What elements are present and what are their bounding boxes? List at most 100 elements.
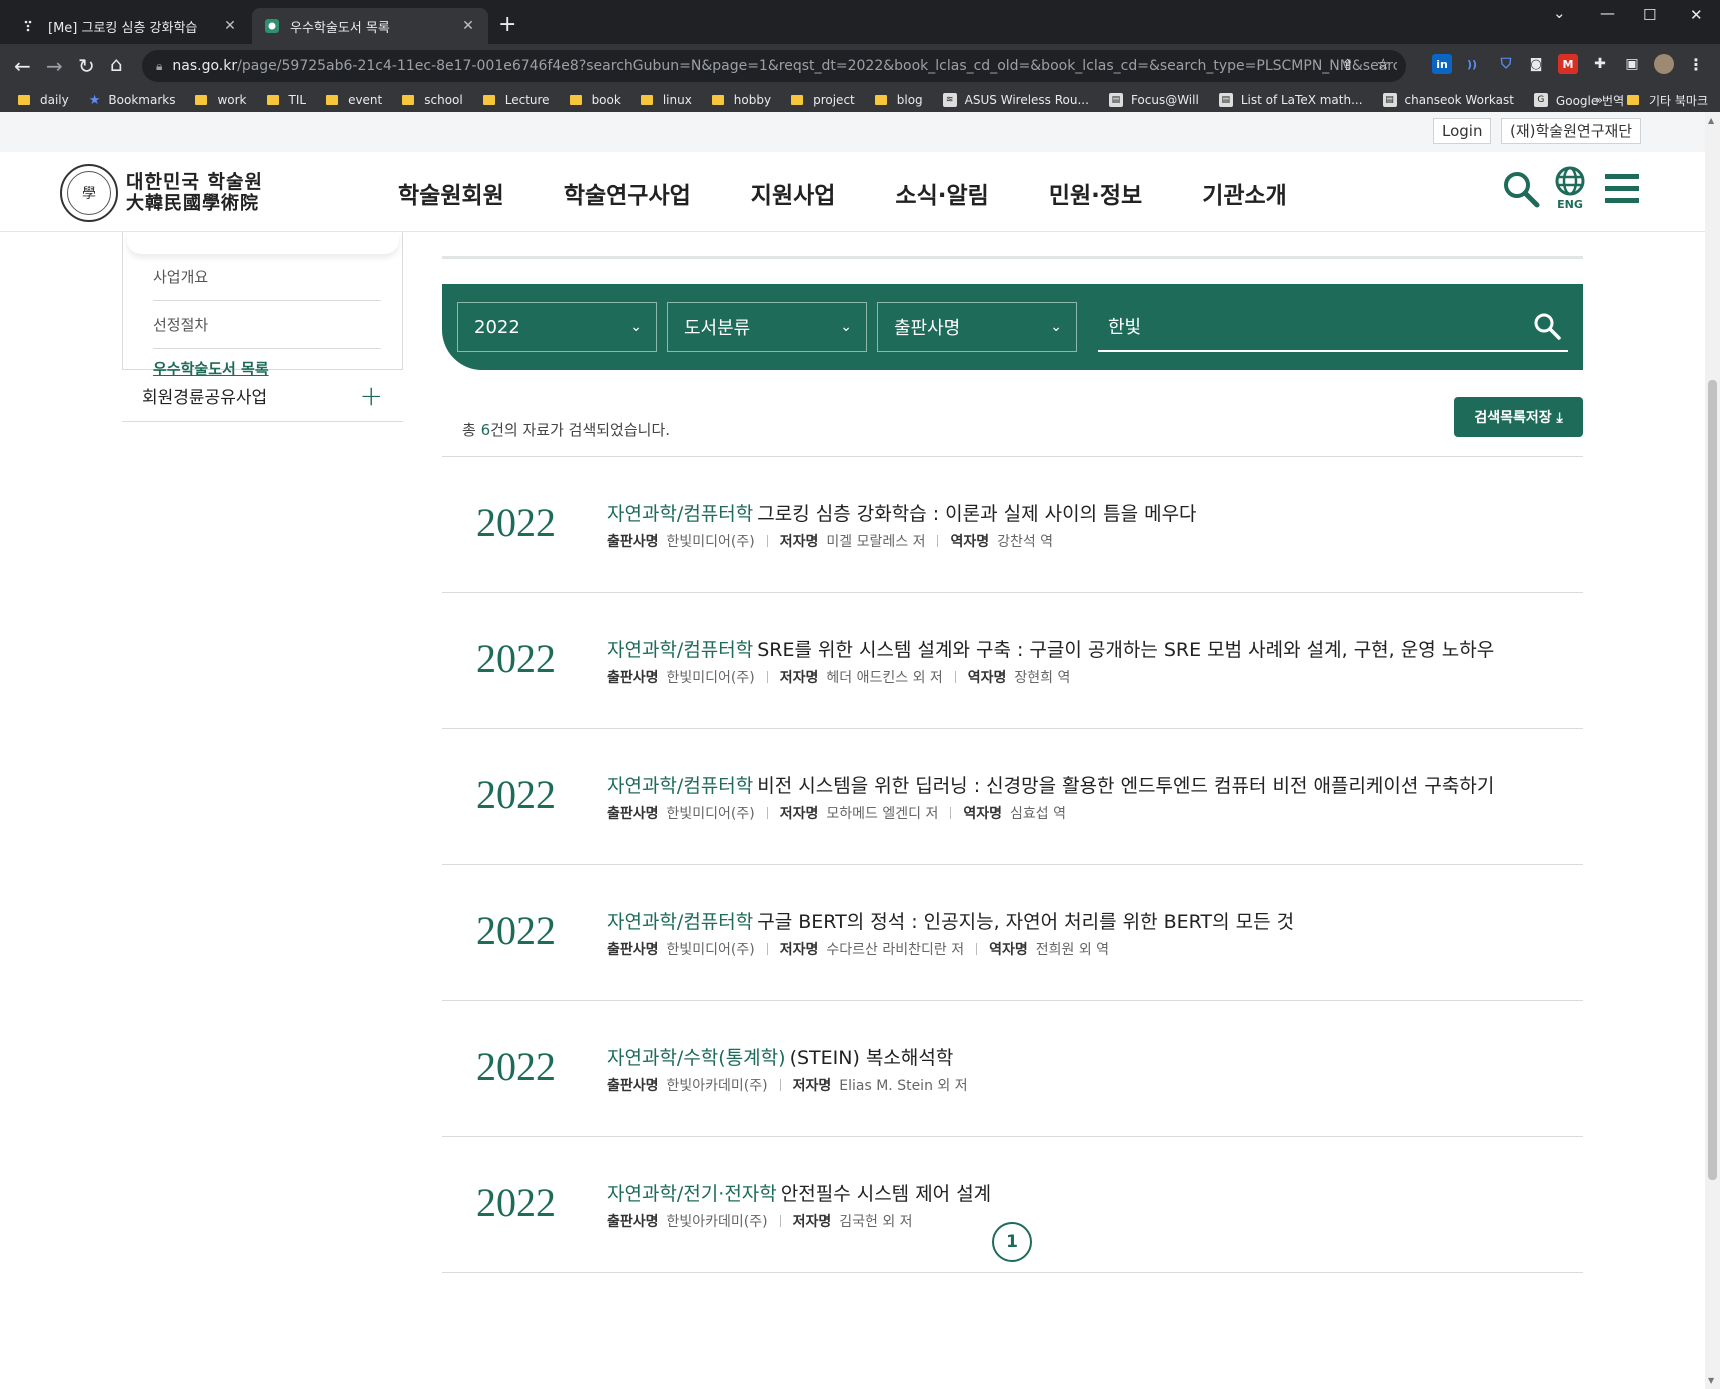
- bookmark-item[interactable]: project: [791, 93, 855, 107]
- search-input[interactable]: 한빛: [1098, 302, 1568, 352]
- foundation-link[interactable]: (재)학술원연구재단: [1501, 118, 1642, 144]
- publisher-value: 한빛미디어(주): [666, 534, 755, 550]
- result-title-line[interactable]: 자연과학/컴퓨터학 그로킹 심층 강화학습 : 이론과 실제 사이의 틈을 메우다: [607, 499, 1197, 526]
- scroll-up-icon[interactable]: ▲: [1708, 116, 1714, 125]
- divider: [766, 943, 768, 955]
- profile-avatar[interactable]: [1654, 54, 1674, 74]
- result-title-line[interactable]: 자연과학/컴퓨터학 비전 시스템을 위한 딥러닝 : 신경망을 활용한 엔드투엔드…: [607, 771, 1494, 798]
- bookmark-label: event: [348, 93, 383, 107]
- result-row[interactable]: 2022 자연과학/수학(통계학) (STEIN) 복소해석학 출판사명 한빛아카데미(…: [442, 1001, 1583, 1137]
- translator-label: 역자명: [967, 670, 1007, 686]
- home-icon[interactable]: ⌂: [110, 52, 123, 76]
- menu-about[interactable]: 기관소개: [1202, 176, 1287, 210]
- author-label: 저자명: [792, 1078, 832, 1094]
- sub-item-procedure[interactable]: 선정절차: [153, 314, 381, 349]
- result-row[interactable]: 2022 자연과학/컴퓨터학 비전 시스템을 위한 딥러닝 : 신경망을 활용한 엔…: [442, 729, 1583, 865]
- result-title-line[interactable]: 자연과학/컴퓨터학 구글 BERT의 정석 : 인공지능, 자연어 처리를 위한 …: [607, 907, 1294, 934]
- result-title-line[interactable]: 자연과학/컴퓨터학 SRE를 위한 시스템 설계와 구축 : 구글이 공개하는 S…: [607, 635, 1494, 662]
- bookmark-item[interactable]: linux: [640, 93, 692, 107]
- save-list-button[interactable]: 검색목록저장 ⤓: [1454, 397, 1583, 437]
- bookmark-star-icon[interactable]: ☆: [1377, 55, 1390, 73]
- result-row[interactable]: 2022 자연과학/컴퓨터학 그로킹 심층 강화학습 : 이론과 실제 사이의 틈을…: [442, 457, 1583, 593]
- bookmark-item[interactable]: daily: [18, 93, 69, 107]
- close-tab-icon[interactable]: ✕: [222, 18, 238, 34]
- category-select[interactable]: 도서분류 ⌄: [667, 302, 867, 352]
- close-window-icon[interactable]: ✕: [1690, 6, 1703, 24]
- sidebar-icon[interactable]: ▣: [1622, 54, 1642, 74]
- bookmark-item[interactable]: work: [195, 93, 247, 107]
- result-title-line[interactable]: 자연과학/전기·전자학 안전필수 시스템 제어 설계: [607, 1179, 991, 1206]
- bookmark-item[interactable]: event: [326, 93, 382, 107]
- divider: [779, 1079, 781, 1091]
- bookmark-item[interactable]: ▤ Focus@Will: [1108, 93, 1199, 107]
- reload-icon[interactable]: ↻: [78, 54, 95, 78]
- bookmarks-right: » 기타 북마크: [1596, 88, 1708, 112]
- browser-tab-1[interactable]: [Me] 그로킹 심층 강화학습 ✕: [10, 8, 250, 44]
- year-select[interactable]: 2022 ⌄: [457, 302, 657, 352]
- pagination-current-page[interactable]: 1: [992, 1222, 1032, 1262]
- menu-support[interactable]: 지원사업: [751, 176, 836, 210]
- author-value: 미겔 모랄레스 저: [826, 534, 926, 550]
- bookmark-item[interactable]: ★ Bookmarks: [89, 93, 176, 108]
- bookmark-item[interactable]: book: [569, 93, 621, 107]
- bookmark-item[interactable]: ▤ chanseok Workast: [1382, 93, 1514, 107]
- menu-civil[interactable]: 민원·정보: [1049, 176, 1142, 210]
- scroll-down-icon[interactable]: ▼: [1708, 1376, 1714, 1385]
- hamburger-menu-icon[interactable]: [1605, 174, 1639, 208]
- bookmark-item[interactable]: Lecture: [482, 93, 550, 107]
- back-arrow-icon[interactable]: ←: [14, 54, 31, 78]
- bookmark-item[interactable]: hobby: [711, 93, 771, 107]
- browser-tab-2[interactable]: 우수학술도서 목록 ✕: [252, 8, 488, 44]
- new-tab-icon[interactable]: +: [498, 12, 516, 37]
- bookmark-item[interactable]: school: [402, 93, 463, 107]
- bookmark-item[interactable]: blog: [874, 93, 923, 107]
- linkedin-icon[interactable]: in: [1432, 54, 1452, 74]
- menu-research[interactable]: 학술연구사업: [564, 176, 691, 210]
- maximize-icon[interactable]: ☐: [1643, 6, 1656, 24]
- menu-members[interactable]: 학술원회원: [398, 176, 504, 210]
- result-year: 2022: [476, 500, 556, 545]
- tab-search-icon[interactable]: ⌄: [1553, 4, 1566, 22]
- global-navigation: 學 대한민국 학술원 大韓民國學術院 학술원회원 학술연구사업 지원사업 소식·…: [0, 152, 1720, 232]
- search-type-select[interactable]: 출판사명 ⌄: [877, 302, 1077, 352]
- site-logo[interactable]: 學 대한민국 학술원 大韓民國學術院: [60, 164, 263, 222]
- menu-news[interactable]: 소식·알림: [895, 176, 988, 210]
- address-bar[interactable]: 🔒︎ nas.go.kr/page/59725ab6-21c4-11ec-8e1…: [142, 50, 1406, 82]
- author-value: 수다르산 라비찬디란 저: [826, 942, 965, 958]
- language-switch[interactable]: ENG: [1555, 166, 1585, 211]
- puzzle-icon[interactable]: ✚: [1590, 54, 1610, 74]
- camera-icon[interactable]: ◙: [1526, 54, 1546, 74]
- sidebar-group-experience[interactable]: 회원경륜공유사업 +: [122, 370, 403, 422]
- share-icon[interactable]: ⇪: [1341, 56, 1354, 74]
- bookmark-label: daily: [40, 93, 69, 107]
- forward-arrow-icon[interactable]: →: [46, 54, 63, 78]
- search-icon[interactable]: [1502, 170, 1540, 212]
- bookmark-label: school: [424, 93, 463, 107]
- result-row[interactable]: 2022 자연과학/컴퓨터학 구글 BERT의 정석 : 인공지능, 자연어 처리를…: [442, 865, 1583, 1001]
- shield-icon[interactable]: ⛉: [1496, 54, 1516, 74]
- other-bookmarks[interactable]: 기타 북마크: [1626, 92, 1708, 109]
- page-scrollbar[interactable]: ▲ ▼: [1705, 112, 1720, 1389]
- result-title-line[interactable]: 자연과학/수학(통계학) (STEIN) 복소해석학: [607, 1043, 953, 1070]
- plus-icon[interactable]: +: [360, 379, 383, 412]
- search-button-icon[interactable]: [1533, 312, 1561, 340]
- sub-item-overview[interactable]: 사업개요: [153, 266, 381, 301]
- folder-icon: [18, 95, 30, 105]
- bookmark-item[interactable]: ▤ List of LaTeX math...: [1218, 93, 1363, 107]
- bookmarks-overflow-icon[interactable]: »: [1596, 93, 1603, 107]
- close-tab-icon[interactable]: ✕: [460, 18, 476, 34]
- result-meta: 출판사명 한빛미디어(주) 저자명 헤더 애드킨스 외 저 역자명 장현희 역: [607, 667, 1070, 687]
- extension-audio-icon[interactable]: )): [1462, 54, 1482, 74]
- mail-icon[interactable]: M: [1558, 54, 1578, 74]
- result-row[interactable]: 2022 자연과학/컴퓨터학 SRE를 위한 시스템 설계와 구축 : 구글이 공개…: [442, 593, 1583, 729]
- bookmark-item[interactable]: ≋ ASUS Wireless Rou...: [942, 93, 1089, 107]
- minimize-icon[interactable]: —: [1600, 4, 1615, 22]
- search-input-value: 한빛: [1108, 317, 1142, 338]
- nas-icon: [264, 18, 280, 34]
- publisher-label: 출판사명: [607, 1214, 659, 1230]
- more-menu-icon[interactable]: ⋮: [1686, 54, 1706, 74]
- scrollbar-thumb[interactable]: [1708, 380, 1717, 1180]
- login-button[interactable]: Login: [1433, 118, 1492, 144]
- bookmark-label: List of LaTeX math...: [1240, 93, 1363, 107]
- bookmark-item[interactable]: TIL: [266, 93, 306, 107]
